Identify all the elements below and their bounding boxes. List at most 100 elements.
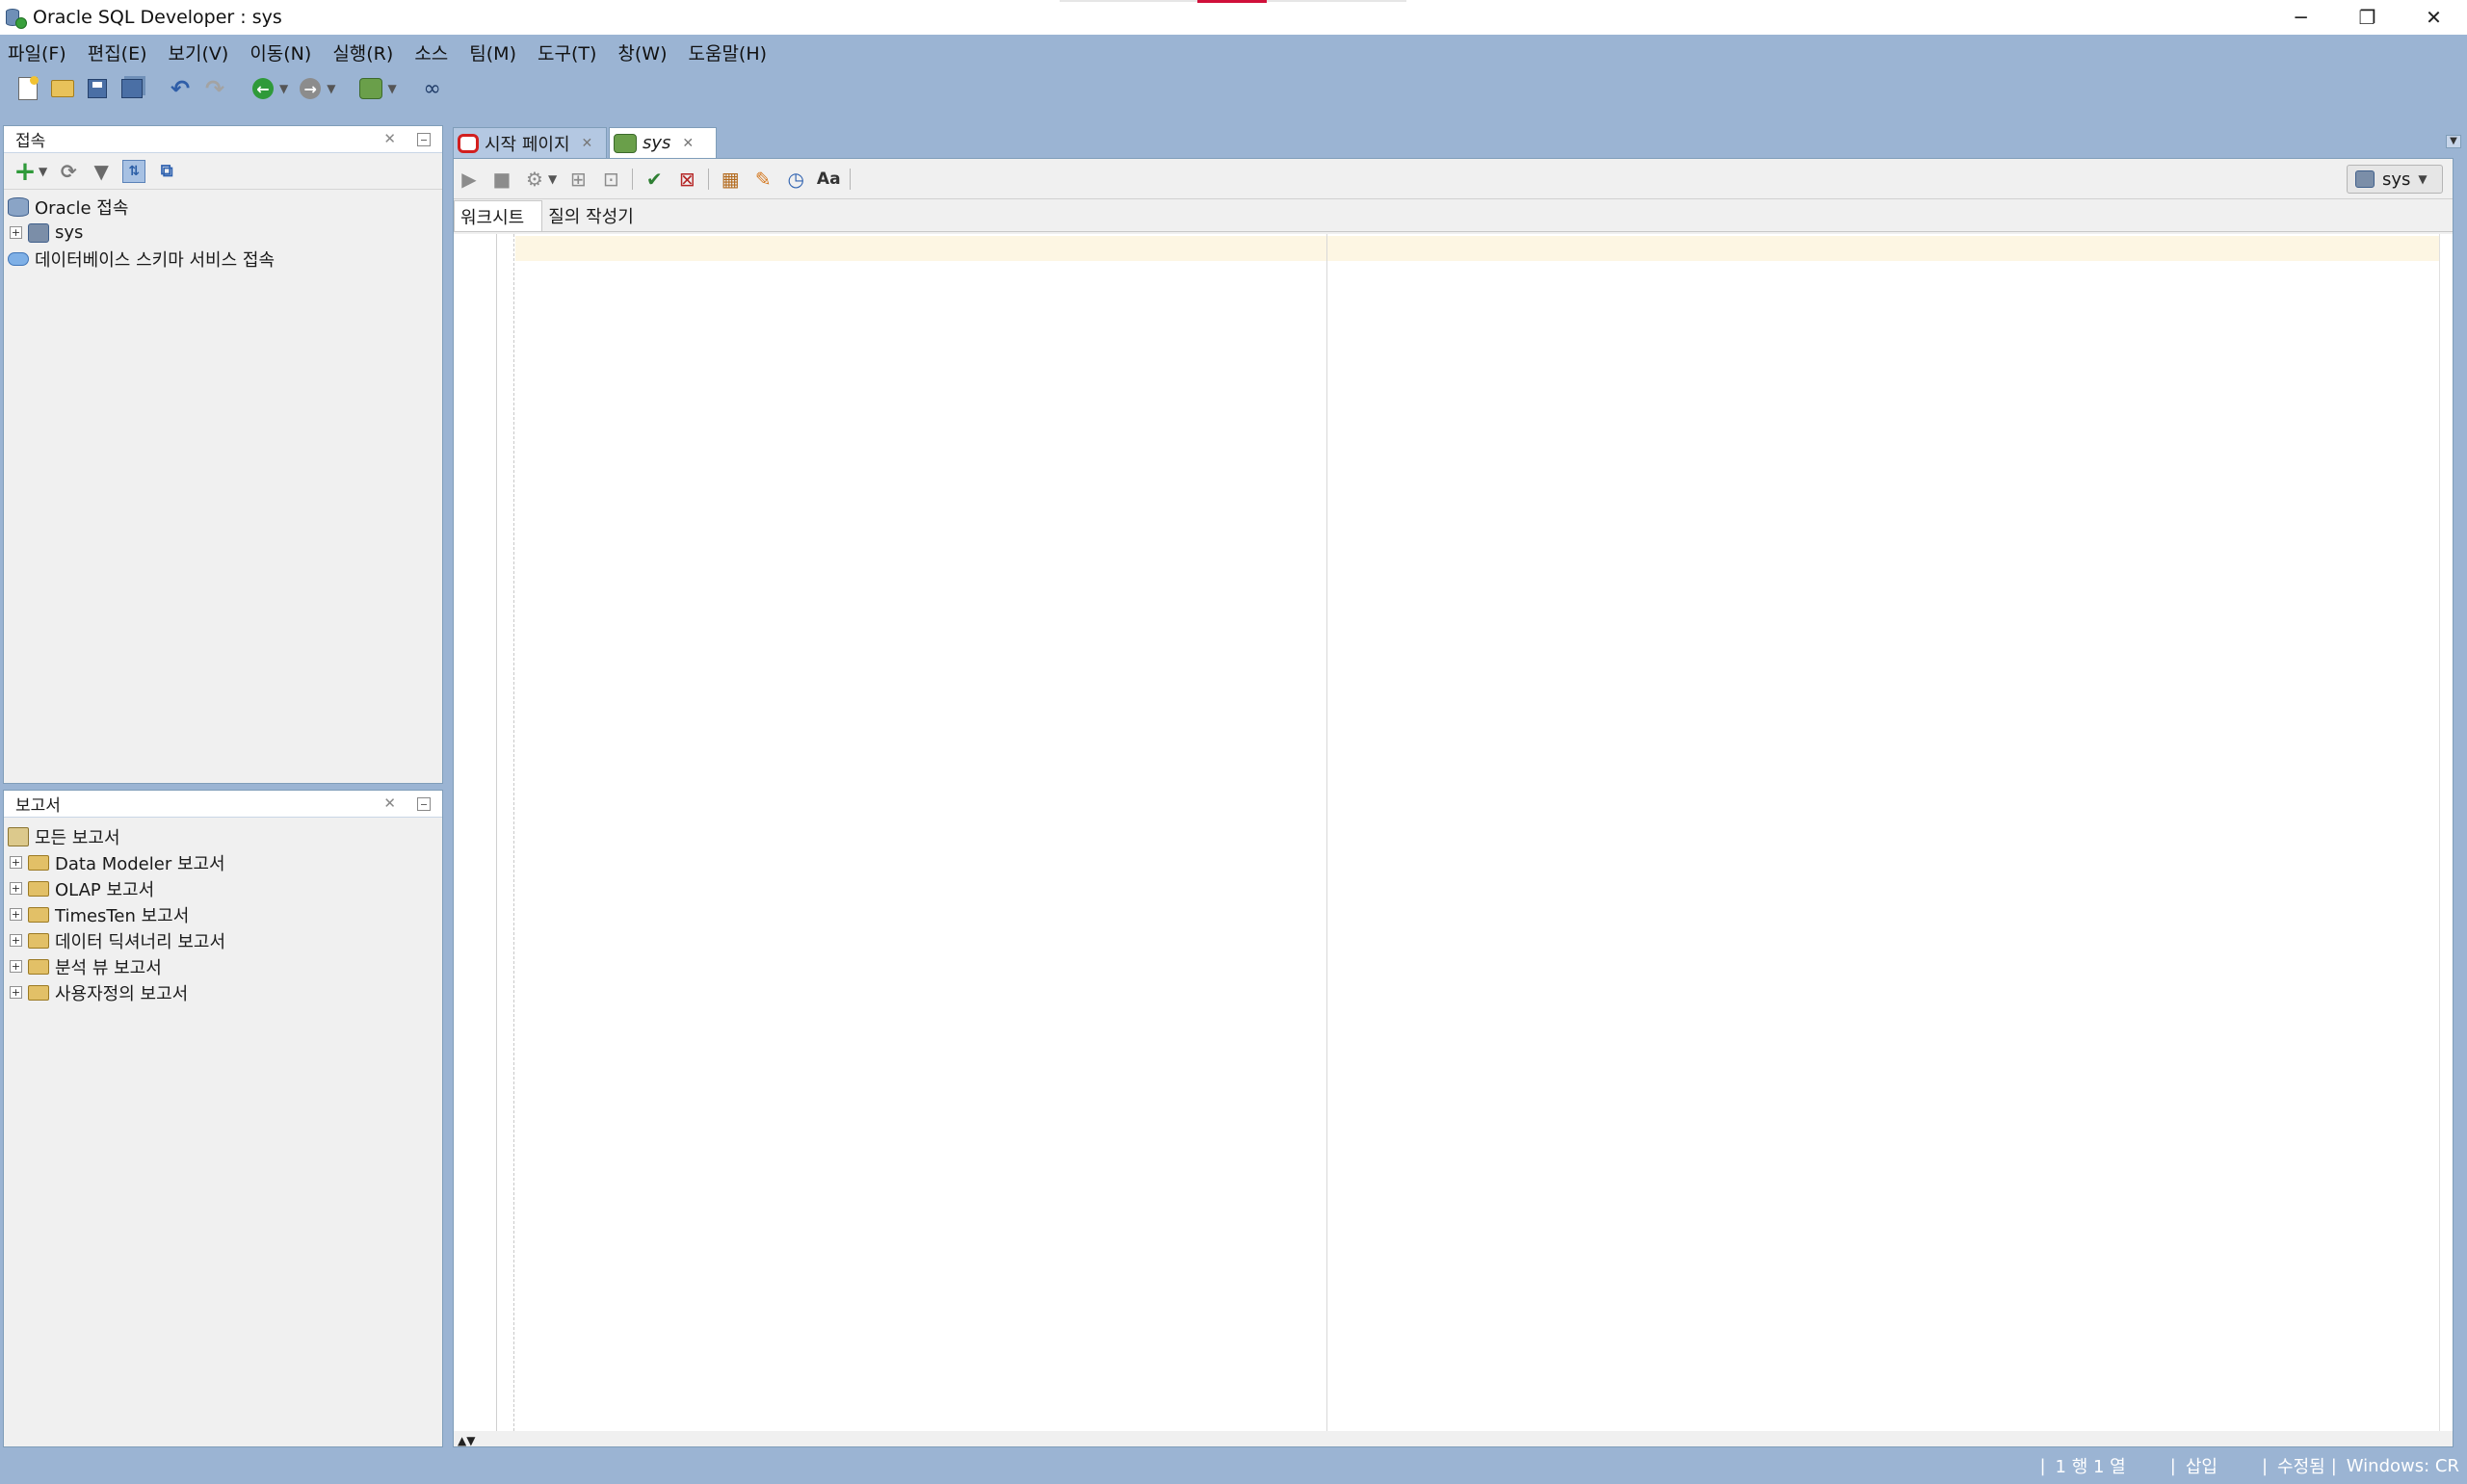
menu-tools[interactable]: 도구(T) xyxy=(538,39,596,65)
run-script-icon[interactable]: ⚙ xyxy=(523,168,546,191)
tree-item-analytic-view-reports[interactable]: + 분석 뷰 보고서 xyxy=(4,953,442,979)
folder-icon xyxy=(28,880,49,897)
clear-icon[interactable]: ✎ xyxy=(751,168,774,191)
expand-icon[interactable]: + xyxy=(10,226,22,239)
status-bar: | 1 행 1 열 | 삽입 | 수정됨 | Windows: CR xyxy=(0,1447,2467,1484)
expand-icon[interactable]: + xyxy=(10,934,22,947)
find-db-object-icon[interactable]: ∞ xyxy=(420,76,445,101)
collapse-all-icon[interactable]: ⧉ xyxy=(155,160,178,183)
sql-tuning-icon[interactable]: ▦ xyxy=(719,168,742,191)
cloud-icon xyxy=(8,251,29,266)
tab-worksheet[interactable]: 워크시트 xyxy=(454,200,543,231)
tree-item-schema-service[interactable]: 데이터베이스 스키마 서비스 접속 xyxy=(4,246,442,272)
close-icon[interactable]: ✕ xyxy=(383,130,396,147)
tab-sys-worksheet[interactable]: sys ✕ xyxy=(609,127,717,158)
toolbar-separator xyxy=(632,168,634,190)
sql-worksheet-icon[interactable] xyxy=(358,76,383,101)
tree-item-label: Oracle 접속 xyxy=(35,197,129,219)
undo-icon[interactable]: ↶ xyxy=(168,76,193,101)
tree-item-sys[interactable]: + sys xyxy=(4,220,442,246)
explain-plan-icon[interactable]: ⊡ xyxy=(599,168,622,191)
sql-worksheet-icon xyxy=(614,133,637,153)
forward-dropdown-icon[interactable]: ▼ xyxy=(327,82,335,95)
close-icon[interactable]: ✕ xyxy=(682,136,694,151)
run-statement-icon[interactable]: ▶ xyxy=(458,168,481,191)
tree-item-label: TimesTen 보고서 xyxy=(55,905,190,926)
commit-icon[interactable]: ✔ xyxy=(643,168,666,191)
tree-item-oracle-connections[interactable]: Oracle 접속 xyxy=(4,194,442,220)
minimize-button[interactable]: ─ xyxy=(2268,0,2334,35)
menu-team[interactable]: 팀(M) xyxy=(469,39,516,65)
autotrace-icon[interactable]: ⊞ xyxy=(566,168,590,191)
run-script-dropdown-icon[interactable]: ▼ xyxy=(548,172,557,186)
restore-button[interactable]: ❐ xyxy=(2334,0,2401,35)
add-connection-dropdown-icon[interactable]: ▼ xyxy=(39,165,47,178)
back-icon[interactable]: ← xyxy=(250,76,276,101)
reports-icon xyxy=(8,826,29,846)
menu-source[interactable]: 소스 xyxy=(414,39,448,65)
tree-item-label: 사용자정의 보고서 xyxy=(55,983,189,1004)
tree-item-label: sys xyxy=(55,222,84,243)
minimize-panel-icon[interactable] xyxy=(417,797,431,811)
connections-panel: 접속 ✕ + ▼ ⟳ ▼ ⇅ ⧉ Oracle 접속 + sys 데이터베이스 … xyxy=(3,125,443,784)
menu-window[interactable]: 창(W) xyxy=(617,39,667,65)
sql-editor[interactable] xyxy=(454,234,2453,1431)
folder-icon xyxy=(28,932,49,949)
tree-item-timesten-reports[interactable]: + TimesTen 보고서 xyxy=(4,901,442,927)
menu-edit[interactable]: 편집(E) xyxy=(88,39,147,65)
tree-item-label: Data Modeler 보고서 xyxy=(55,853,225,874)
close-button[interactable]: ✕ xyxy=(2401,0,2467,35)
expand-icon[interactable]: + xyxy=(10,986,22,999)
close-icon[interactable]: ✕ xyxy=(582,136,593,151)
tab-query-builder[interactable]: 질의 작성기 xyxy=(542,200,651,231)
vertical-scrollbar[interactable] xyxy=(2439,234,2453,1431)
tree-item-label: 데이터베이스 스키마 서비스 접속 xyxy=(35,249,276,271)
new-file-icon[interactable] xyxy=(15,76,40,101)
save-icon[interactable] xyxy=(85,76,110,101)
tree-item-olap-reports[interactable]: + OLAP 보고서 xyxy=(4,875,442,901)
chevron-down-icon: ▼ xyxy=(2418,172,2428,186)
menu-view[interactable]: 보기(V) xyxy=(169,39,229,65)
close-icon[interactable]: ✕ xyxy=(383,794,396,812)
menu-navigate[interactable]: 이동(N) xyxy=(249,39,311,65)
worksheet-toolbar: ▶ ■ ⚙ ▼ ⊞ ⊡ ✔ ⊠ ▦ ✎ ◷ Aa sys ▼ xyxy=(454,159,2453,199)
menu-file[interactable]: 파일(F) xyxy=(8,39,66,65)
tree-item-label: 분석 뷰 보고서 xyxy=(55,957,162,978)
schema-browser-icon[interactable]: ⇅ xyxy=(122,159,146,183)
tree-item-label: 모든 보고서 xyxy=(35,827,120,848)
add-connection-icon[interactable]: + xyxy=(13,155,37,187)
connection-icon xyxy=(2355,170,2375,188)
tree-item-label: OLAP 보고서 xyxy=(55,879,155,900)
save-all-icon[interactable] xyxy=(119,76,144,101)
connections-tree: Oracle 접속 + sys 데이터베이스 스키마 서비스 접속 xyxy=(4,190,442,272)
menu-run[interactable]: 실행(R) xyxy=(332,39,393,65)
back-dropdown-icon[interactable]: ▼ xyxy=(279,82,288,95)
tree-item-data-modeler-reports[interactable]: + Data Modeler 보고서 xyxy=(4,849,442,875)
expand-icon[interactable]: + xyxy=(10,882,22,895)
title-bar: Oracle SQL Developer : sys ─ ❐ ✕ xyxy=(0,0,2467,35)
menu-help[interactable]: 도움말(H) xyxy=(688,39,767,65)
expand-icon[interactable]: + xyxy=(10,856,22,869)
minimize-panel-icon[interactable] xyxy=(417,133,431,146)
rollback-icon[interactable]: ⊠ xyxy=(675,168,698,191)
expand-icon[interactable]: + xyxy=(10,908,22,921)
tab-list-dropdown-icon[interactable]: ▼ xyxy=(2446,135,2461,148)
main-toolbar: ↶ ↷ ← ▼ → ▼ ▼ ∞ xyxy=(0,69,2467,108)
stop-icon[interactable]: ■ xyxy=(490,168,513,191)
tree-item-user-defined-reports[interactable]: + 사용자정의 보고서 xyxy=(4,979,442,1005)
connection-select[interactable]: sys ▼ xyxy=(2347,165,2443,194)
forward-icon[interactable]: → xyxy=(298,76,323,101)
sql-worksheet-dropdown-icon[interactable]: ▼ xyxy=(387,82,396,95)
case-format-icon[interactable]: Aa xyxy=(817,168,841,191)
tree-item-all-reports[interactable]: 모든 보고서 xyxy=(4,823,442,849)
redo-icon[interactable]: ↷ xyxy=(202,76,227,101)
tree-item-data-dictionary-reports[interactable]: + 데이터 딕셔너리 보고서 xyxy=(4,927,442,953)
right-margin-guide xyxy=(1326,234,1327,1431)
open-folder-icon[interactable] xyxy=(50,76,75,101)
filter-icon[interactable]: ▼ xyxy=(90,160,113,183)
tab-start-page[interactable]: 시작 페이지 ✕ xyxy=(453,127,607,158)
line-number-gutter xyxy=(454,234,497,1431)
refresh-icon[interactable]: ⟳ xyxy=(57,160,80,183)
expand-icon[interactable]: + xyxy=(10,960,22,973)
sql-history-icon[interactable]: ◷ xyxy=(784,168,807,191)
